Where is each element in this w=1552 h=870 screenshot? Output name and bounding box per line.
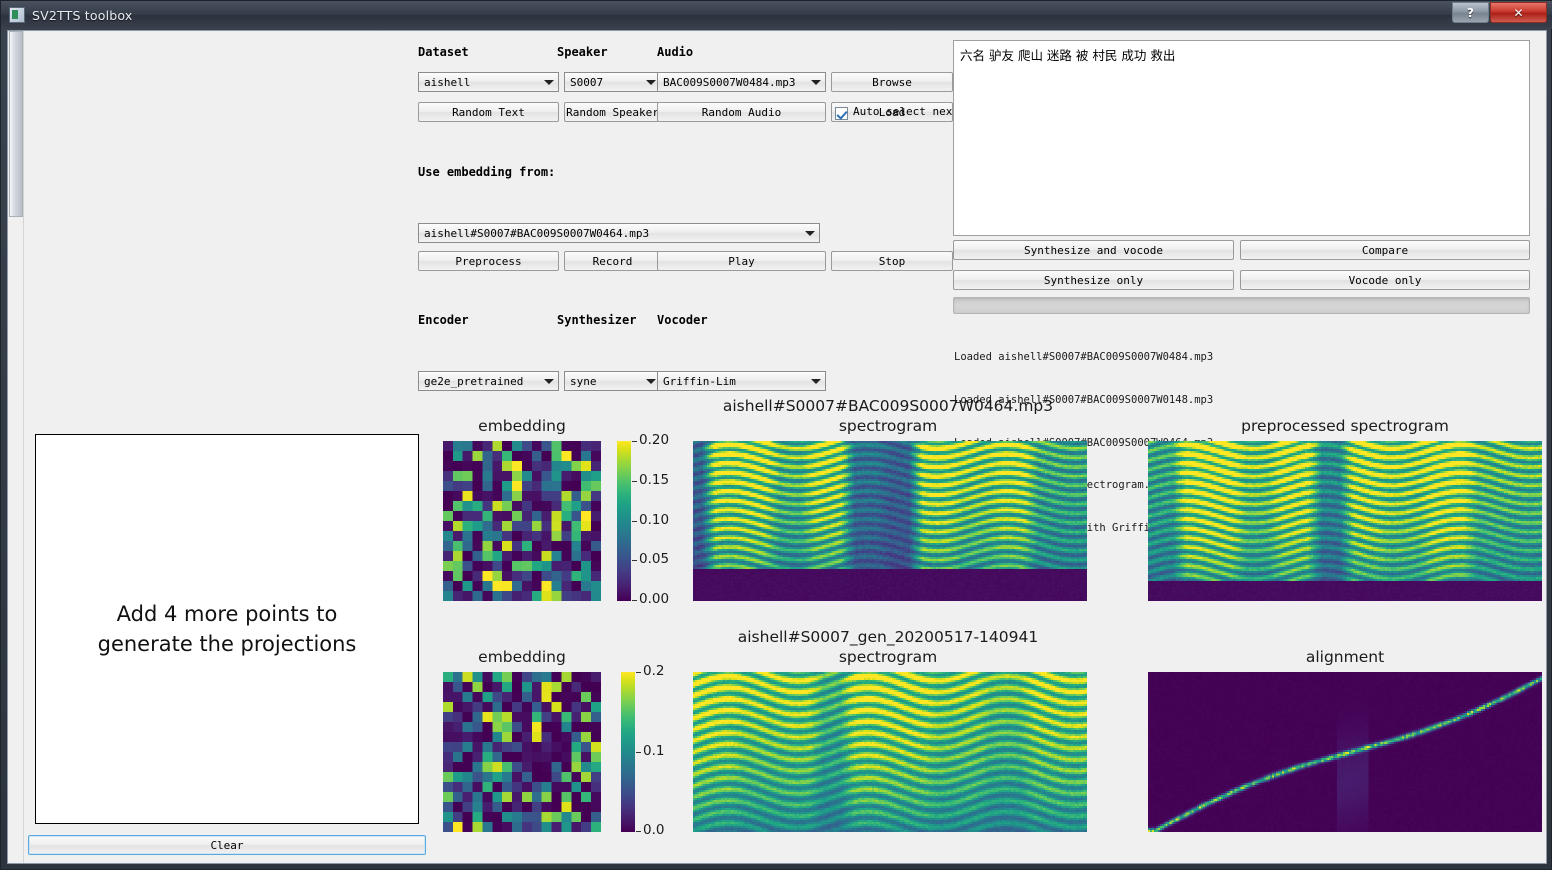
- colorbar-tickmark: [632, 441, 637, 442]
- synthesizer-label: Synthesizer: [557, 313, 637, 327]
- colorbar-tick-label: 0.00: [639, 591, 670, 607]
- help-button[interactable]: ?: [1452, 2, 1489, 23]
- colorbar-tick-label: 0.10: [639, 512, 670, 528]
- colorbar-tick-label: 0.2: [643, 663, 665, 679]
- projections-message-line1: Add 4 more points to: [116, 602, 338, 626]
- preprocessed-spectrogram: [1148, 441, 1542, 601]
- projections-message-line2: generate the projections: [97, 632, 357, 656]
- colorbar-tickmark: [632, 521, 637, 522]
- auto-select-next-label: Auto select next: [853, 105, 959, 118]
- log-line: Loaded aishell#S0007#BAC009S0007W0484.mp…: [954, 351, 1214, 364]
- colorbar-tickmark: [632, 600, 637, 601]
- chevron-down-icon: [646, 80, 656, 85]
- embedding-title-row1: embedding: [478, 417, 566, 435]
- app-window: SV2TTS toolbox ? ✕ Dataset Speaker Audio…: [0, 0, 1552, 870]
- alignment-title: alignment: [1305, 648, 1385, 666]
- play-button[interactable]: Play: [657, 251, 826, 271]
- window-buttons: ? ✕: [1451, 2, 1547, 23]
- colorbar-tickmark: [632, 481, 637, 482]
- dataset-label: Dataset: [418, 45, 469, 59]
- chevron-down-icon: [805, 231, 815, 236]
- title-bar[interactable]: SV2TTS toolbox ? ✕: [1, 1, 1552, 29]
- colorbar-tick-label: 0.20: [639, 432, 670, 448]
- close-button[interactable]: ✕: [1490, 2, 1547, 23]
- dataset-dropdown[interactable]: aishell: [418, 72, 559, 92]
- transcript-textbox[interactable]: 六名 驴友 爬山 迷路 被 村民 成功 救出: [953, 40, 1530, 236]
- window-title: SV2TTS toolbox: [32, 7, 133, 23]
- scrollbar-thumb[interactable]: [9, 31, 23, 217]
- clear-button[interactable]: Clear: [28, 835, 426, 855]
- use-embedding-from-label: Use embedding from:: [418, 165, 556, 179]
- encoder-dropdown-value: ge2e_pretrained: [424, 374, 524, 388]
- projections-placeholder-text: Add 4 more points to generate the projec…: [98, 599, 357, 659]
- spectrogram-row1: [693, 441, 1087, 601]
- embedding-source-dropdown[interactable]: aishell#S0007#BAC009S0007W0464.mp3: [418, 223, 820, 243]
- synthesize-only-button[interactable]: Synthesize only: [953, 270, 1234, 290]
- preprocess-button[interactable]: Preprocess: [418, 251, 559, 271]
- compare-button[interactable]: Compare: [1240, 240, 1530, 260]
- embedding-heatmap-row1: [443, 441, 601, 601]
- colorbar-tickmark: [632, 560, 637, 561]
- embedding-source-value: aishell#S0007#BAC009S0007W0464.mp3: [424, 226, 650, 240]
- colorbar-tick-label: 0.0: [643, 822, 665, 838]
- audio-label: Audio: [657, 45, 694, 59]
- auto-select-next-checkbox[interactable]: [835, 107, 848, 120]
- embedding-title-row2: embedding: [478, 648, 566, 666]
- synthesize-and-vocode-button[interactable]: Synthesize and vocode: [953, 240, 1234, 260]
- vocoder-dropdown-value: Griffin-Lim: [663, 374, 736, 388]
- chevron-down-icon: [811, 80, 821, 85]
- colorbar-tickmark: [636, 672, 641, 673]
- random-text-button[interactable]: Random Text: [418, 102, 559, 122]
- vocode-only-button[interactable]: Vocode only: [1240, 270, 1530, 290]
- speaker-label: Speaker: [557, 45, 608, 59]
- embedding-colorbar-row2: [621, 672, 635, 832]
- spectrogram-title-row2-line1: aishell#S0007_gen_20200517-140941: [737, 628, 1039, 646]
- colorbar-tickmark: [636, 831, 641, 832]
- stop-button[interactable]: Stop: [831, 251, 953, 271]
- embedding-colorbar-row1: [617, 441, 631, 601]
- dataset-dropdown-value: aishell: [424, 75, 471, 89]
- preprocessed-spectrogram-title: preprocessed spectrogram: [1241, 417, 1449, 435]
- spectrogram-row2: [693, 672, 1087, 832]
- spectrogram-title-row1-line2: spectrogram: [838, 417, 938, 435]
- alignment-plot: [1148, 672, 1542, 832]
- transcript-text: 六名 驴友 爬山 迷路 被 村民 成功 救出: [960, 48, 1176, 63]
- chevron-down-icon: [544, 80, 554, 85]
- encoder-label: Encoder: [418, 313, 469, 327]
- colorbar-tick-label: 0.05: [639, 551, 670, 567]
- random-speaker-button[interactable]: Random Speaker: [564, 102, 661, 122]
- spectrogram-title-row1-line1: aishell#S0007#BAC009S0007W0464.mp3: [722, 397, 1054, 415]
- vertical-scrollbar[interactable]: [8, 31, 24, 863]
- browse-button[interactable]: Browse: [831, 72, 953, 92]
- app-icon: [9, 7, 25, 23]
- colorbar-tick-label: 0.15: [639, 472, 670, 488]
- vocoder-label: Vocoder: [657, 313, 708, 327]
- audio-dropdown[interactable]: BAC009S0007W0484.mp3: [657, 72, 826, 92]
- synthesizer-dropdown-value: syne: [570, 374, 597, 388]
- projections-panel[interactable]: Add 4 more points to generate the projec…: [35, 434, 419, 824]
- encoder-dropdown[interactable]: ge2e_pretrained: [418, 371, 559, 391]
- client-area: Dataset Speaker Audio aishell S0007 BAC0…: [7, 30, 1547, 864]
- chevron-down-icon: [646, 379, 656, 384]
- random-audio-button[interactable]: Random Audio: [657, 102, 826, 122]
- chevron-down-icon: [811, 379, 821, 384]
- audio-dropdown-value: BAC009S0007W0484.mp3: [663, 75, 796, 89]
- embedding-heatmap-row2: [443, 672, 601, 832]
- speaker-dropdown-value: S0007: [570, 75, 604, 89]
- spectrogram-title-row2-line2: spectrogram: [838, 648, 938, 666]
- speaker-dropdown[interactable]: S0007: [564, 72, 661, 92]
- colorbar-tickmark: [636, 752, 641, 753]
- chevron-down-icon: [544, 379, 554, 384]
- colorbar-tick-label: 0.1: [643, 743, 665, 759]
- record-button[interactable]: Record: [564, 251, 661, 271]
- progress-bar: [953, 297, 1530, 314]
- vocoder-dropdown[interactable]: Griffin-Lim: [657, 371, 826, 391]
- synthesizer-dropdown[interactable]: syne: [564, 371, 661, 391]
